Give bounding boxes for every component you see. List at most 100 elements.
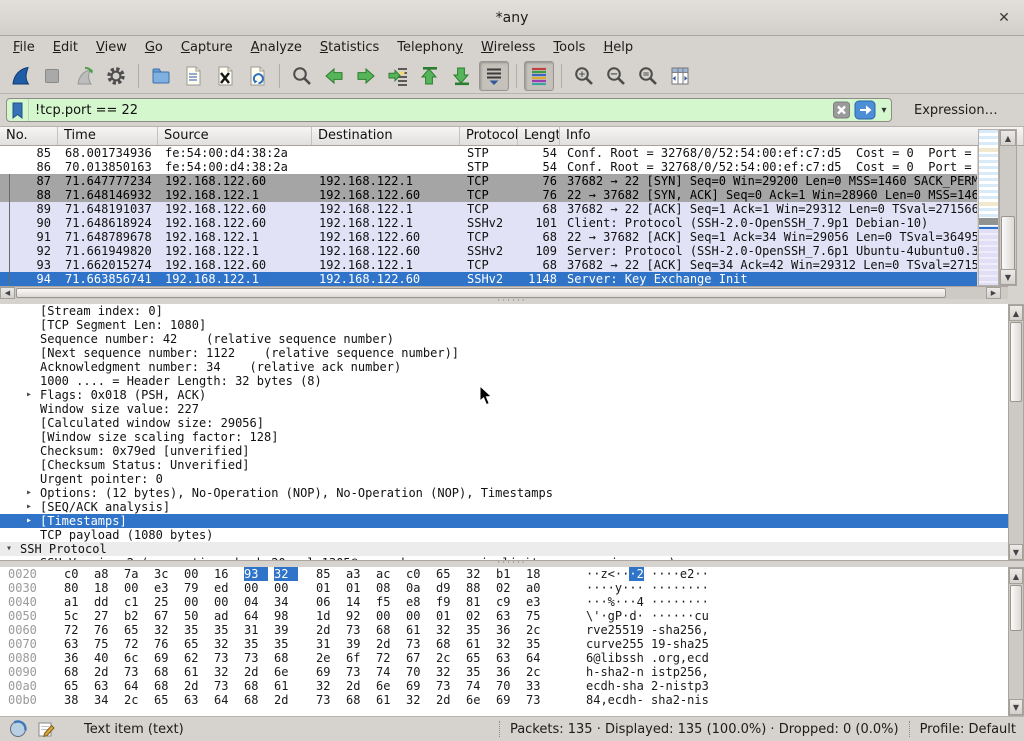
hex-byte[interactable]: c1: [124, 595, 148, 609]
column-header-no[interactable]: No.: [0, 127, 58, 145]
hex-byte[interactable]: 69: [154, 651, 178, 665]
hex-byte[interactable]: 65: [466, 651, 490, 665]
hex-byte[interactable]: 73: [406, 637, 430, 651]
hex-byte[interactable]: 61: [466, 637, 490, 651]
hex-byte[interactable]: c9: [496, 595, 520, 609]
scroll-down-arrow[interactable]: ▼: [1009, 544, 1023, 560]
go-back-icon[interactable]: [319, 61, 349, 91]
hex-byte[interactable]: 00: [184, 567, 208, 581]
hex-byte[interactable]: 01: [316, 581, 340, 595]
hex-byte[interactable]: 40: [94, 651, 118, 665]
capture-comment-icon[interactable]: [36, 719, 56, 739]
hex-row-0090[interactable]: 0090682d736861322d6e697374703235362ch-sh…: [0, 665, 1008, 679]
hex-byte[interactable]: 00: [184, 595, 208, 609]
bytes-vertical-scrollbar[interactable]: ▲ ▼: [1008, 567, 1024, 716]
hex-byte[interactable]: e3: [154, 581, 178, 595]
hex-byte[interactable]: 68: [154, 665, 178, 679]
detail-row-17[interactable]: ▾SSH Protocol: [0, 542, 1008, 556]
hex-byte[interactable]: 6e: [466, 693, 490, 707]
hex-byte[interactable]: 36: [64, 651, 88, 665]
hex-byte[interactable]: a0: [526, 581, 550, 595]
hex-byte[interactable]: 0a: [406, 581, 430, 595]
packet-row-91[interactable]: 9171.648789678192.168.122.1192.168.122.6…: [0, 230, 977, 244]
hex-byte[interactable]: 32: [466, 567, 490, 581]
zoom-100-icon[interactable]: =: [633, 61, 663, 91]
hex-byte[interactable]: 85: [316, 567, 340, 581]
hex-byte[interactable]: 2c: [436, 651, 460, 665]
hex-byte[interactable]: 32: [154, 623, 178, 637]
display-filter-input[interactable]: [29, 103, 831, 118]
scroll-down-arrow[interactable]: ▼: [1009, 699, 1023, 715]
hex-byte[interactable]: 68: [64, 665, 88, 679]
scroll-thumb[interactable]: [16, 288, 946, 298]
menu-capture[interactable]: Capture: [172, 38, 242, 57]
menu-go[interactable]: Go: [136, 38, 172, 57]
profile-text[interactable]: Profile: Default: [920, 722, 1016, 737]
hex-byte[interactable]: 2d: [94, 665, 118, 679]
detail-row-5[interactable]: 1000 .... = Header Length: 32 bytes (8): [0, 374, 1008, 388]
hex-byte[interactable]: f9: [436, 595, 460, 609]
detail-row-9[interactable]: [Window size scaling factor: 128]: [0, 430, 1008, 444]
hex-byte[interactable]: 2c: [124, 693, 148, 707]
hex-byte[interactable]: 16: [214, 567, 238, 581]
packet-row-90[interactable]: 9071.648618924192.168.122.60192.168.122.…: [0, 216, 977, 230]
hex-byte[interactable]: 2e: [316, 651, 340, 665]
expand-arrow-icon[interactable]: ▸: [26, 500, 40, 514]
menu-tools[interactable]: Tools: [544, 38, 594, 57]
hex-row-0060[interactable]: 006072766532353531392d7368613235362crve2…: [0, 623, 1008, 637]
auto-scroll-icon[interactable]: [479, 61, 509, 91]
hex-byte[interactable]: 61: [376, 693, 400, 707]
hex-byte[interactable]: 68: [244, 693, 268, 707]
packet-row-94[interactable]: 9471.663856741192.168.122.1192.168.122.6…: [0, 272, 977, 286]
hex-byte[interactable]: 68: [376, 623, 400, 637]
column-header-time[interactable]: Time: [58, 127, 158, 145]
expert-info-icon[interactable]: [8, 719, 28, 739]
detail-vertical-scrollbar[interactable]: ▲ ▼: [1008, 304, 1024, 561]
intelligent-scrollbar-minimap[interactable]: [978, 129, 999, 286]
packet-row-88[interactable]: 8871.648146932192.168.122.1192.168.122.6…: [0, 188, 977, 202]
hex-byte[interactable]: 2d: [436, 693, 460, 707]
hex-row-00b0[interactable]: 00b038342c656364682d736861322d6e697384,e…: [0, 693, 1008, 707]
close-window-button[interactable]: ✕: [994, 8, 1014, 28]
hex-byte[interactable]: 36: [496, 623, 520, 637]
hex-row-0050[interactable]: 00505c27b26750ad64981d92000001026375\'·g…: [0, 609, 1008, 623]
hex-byte[interactable]: 00: [376, 609, 400, 623]
detail-row-6[interactable]: ▸Flags: 0x018 (PSH, ACK): [0, 388, 1008, 402]
packet-row-93[interactable]: 9371.662015274192.168.122.60192.168.122.…: [0, 258, 977, 272]
hex-byte[interactable]: 72: [376, 651, 400, 665]
hex-byte[interactable]: a1: [64, 595, 88, 609]
hex-byte[interactable]: 00: [274, 581, 298, 595]
scroll-up-arrow[interactable]: ▲: [1009, 568, 1023, 584]
packet-row-85[interactable]: 8568.001734936fe:54:00:d4:38:2aSTP54Conf…: [0, 146, 977, 160]
hex-byte[interactable]: b1: [496, 567, 520, 581]
scroll-down-arrow[interactable]: ▼: [1000, 269, 1016, 285]
packet-row-86[interactable]: 8670.013850163fe:54:00:d4:38:2aSTP54Conf…: [0, 160, 977, 174]
hex-byte[interactable]: 68: [154, 679, 178, 693]
hex-byte[interactable]: 33: [526, 679, 550, 693]
hex-byte[interactable]: f5: [376, 595, 400, 609]
expand-arrow-icon[interactable]: ▸: [26, 514, 40, 528]
hex-row-0080[interactable]: 008036406c69627373682e6f72672c6563646@li…: [0, 651, 1008, 665]
scroll-thumb[interactable]: [1001, 216, 1015, 270]
hex-byte[interactable]: 18: [94, 581, 118, 595]
hex-byte[interactable]: 27: [94, 609, 118, 623]
hex-byte[interactable]: ac: [376, 567, 400, 581]
hex-byte[interactable]: 64: [526, 651, 550, 665]
resize-columns-icon[interactable]: [665, 61, 695, 91]
hex-byte[interactable]: 61: [184, 665, 208, 679]
stop-capture-icon[interactable]: [37, 61, 67, 91]
detail-row-10[interactable]: Checksum: 0x79ed [unverified]: [0, 444, 1008, 458]
hex-byte[interactable]: 63: [184, 693, 208, 707]
start-capture-icon[interactable]: [5, 61, 35, 91]
column-header-info[interactable]: Info: [560, 127, 1024, 145]
scroll-right-arrow[interactable]: ▶: [986, 287, 1001, 299]
hex-byte[interactable]: 64: [244, 609, 268, 623]
zoom-out-icon[interactable]: −: [601, 61, 631, 91]
hex-byte[interactable]: 2d: [244, 665, 268, 679]
hex-byte[interactable]: 31: [244, 623, 268, 637]
hex-byte[interactable]: 02: [496, 581, 520, 595]
hex-byte[interactable]: 62: [184, 651, 208, 665]
close-file-icon[interactable]: [210, 61, 240, 91]
hex-byte[interactable]: 02: [466, 609, 490, 623]
hex-byte[interactable]: 70: [496, 679, 520, 693]
